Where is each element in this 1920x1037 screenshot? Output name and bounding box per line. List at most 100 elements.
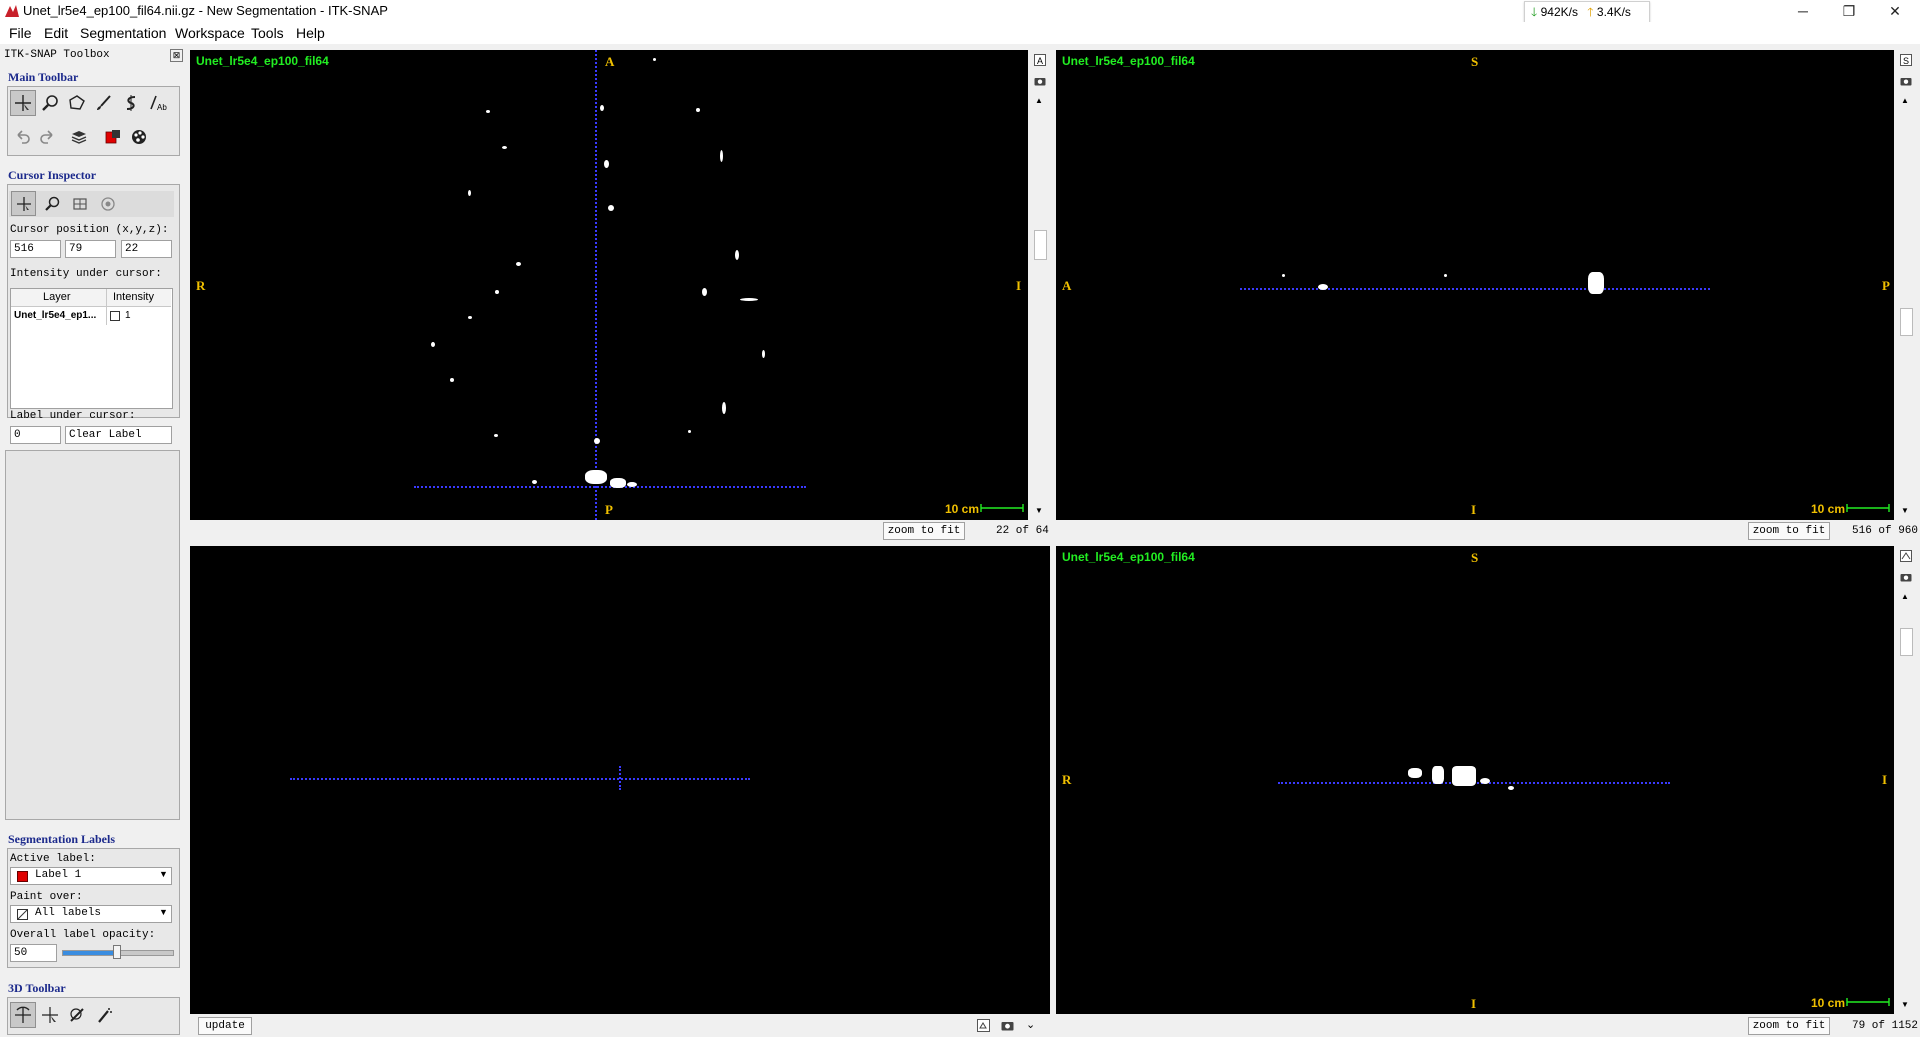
column-divider (106, 289, 107, 325)
segmentation-voxel (1444, 274, 1447, 277)
3d-crosshair-tick (619, 766, 621, 790)
cursor-x-input[interactable]: 516 (10, 240, 61, 258)
sagittal-view[interactable]: Unet_lr5e4_ep100_fil64 S I A P 10 cm (1056, 50, 1894, 520)
menu-segmentation[interactable]: Segmentation (80, 25, 166, 41)
redo-icon[interactable] (34, 124, 60, 150)
scroll-down-icon[interactable]: ▼ (1035, 506, 1043, 515)
sagittal-scroll-thumb[interactable] (1900, 308, 1913, 336)
opacity-label: Overall label opacity: (10, 929, 156, 941)
menu-bar (0, 22, 1920, 44)
table-row-layer[interactable]: Unet_lr5e4_ep1... (14, 310, 96, 321)
download-arrow-icon: 🡓 (1531, 5, 1538, 19)
scroll-up-icon[interactable]: ▲ (1035, 96, 1043, 105)
axial-layout-icon[interactable]: A (1034, 54, 1046, 66)
axial-scale-bar (980, 504, 1024, 512)
axial-zoom-to-fit-button[interactable]: zoom to fit (883, 522, 965, 540)
axial-slice-indicator: 22 of 64 (996, 525, 1049, 537)
paint-over-value: All labels (35, 907, 102, 919)
segmentation-voxel (735, 250, 739, 260)
label-editor-icon[interactable] (100, 124, 126, 150)
segmentation-blob (585, 470, 607, 484)
color-palette-icon[interactable] (126, 124, 152, 150)
segmentation-voxel (1282, 274, 1285, 277)
snake-tool-icon[interactable] (118, 90, 144, 116)
paint-over-dropdown[interactable]: All labels ▼ (10, 905, 172, 923)
3d-spray-tool-icon[interactable] (91, 1002, 117, 1028)
paintbrush-tool-icon[interactable] (91, 90, 117, 116)
3d-layout-icon[interactable] (977, 1019, 990, 1032)
toolbox-undock-icon[interactable]: ⊠ (170, 49, 183, 62)
menu-tools[interactable]: Tools (251, 25, 284, 41)
annotation-tool-icon[interactable]: Ab (145, 90, 171, 116)
opacity-input[interactable]: 50 (10, 944, 57, 962)
layers-icon[interactable] (66, 124, 92, 150)
sagittal-zoom-to-fit-button[interactable]: zoom to fit (1748, 522, 1830, 540)
coronal-snapshot-icon[interactable] (1900, 572, 1912, 582)
segmentation-blob (1452, 766, 1476, 786)
label-under-cursor-label: Label under cursor: (10, 410, 136, 422)
segmentation-voxel (762, 350, 765, 358)
active-label-color-swatch (17, 871, 28, 882)
inspector-zoom-icon[interactable] (39, 191, 64, 216)
label-under-cursor-id[interactable]: 0 (10, 426, 61, 444)
column-header-layer: Layer (43, 291, 71, 303)
chevron-down-icon: ▼ (159, 907, 168, 917)
opacity-slider-thumb[interactable] (113, 945, 121, 959)
3d-update-button[interactable]: update (198, 1017, 252, 1035)
menu-help[interactable]: Help (296, 25, 325, 41)
coronal-scroll-thumb[interactable] (1900, 628, 1913, 656)
axial-snapshot-icon[interactable] (1034, 76, 1046, 86)
3d-render-view[interactable] (190, 546, 1050, 1014)
close-button[interactable]: ✕ (1872, 0, 1918, 22)
cursor-z-input[interactable]: 22 (121, 240, 172, 258)
axial-crosshair-horizontal (414, 486, 806, 488)
label-under-cursor-name[interactable]: Clear Label (65, 426, 172, 444)
scroll-down-icon[interactable]: ▼ (1901, 506, 1909, 515)
segmentation-voxel (431, 342, 435, 347)
active-label-dropdown[interactable]: Label 1 ▼ (10, 867, 172, 885)
svg-text:A: A (1037, 56, 1043, 66)
axial-slice-scrollbar[interactable]: A ▲ ▼ (1032, 50, 1047, 520)
sagittal-layout-icon[interactable]: S (1900, 54, 1912, 66)
scroll-up-icon[interactable]: ▲ (1901, 96, 1909, 105)
menu-workspace[interactable]: Workspace (175, 25, 245, 41)
axial-scroll-thumb[interactable] (1034, 230, 1047, 260)
inspector-crosshair-icon[interactable] (11, 191, 36, 216)
3d-snapshot-icon[interactable] (1001, 1020, 1014, 1031)
3d-scalpel-tool-icon[interactable] (64, 1002, 90, 1028)
cursor-y-input[interactable]: 79 (65, 240, 116, 258)
minimize-button[interactable]: ─ (1780, 0, 1826, 22)
menu-file[interactable]: File (9, 25, 32, 41)
scroll-down-icon[interactable]: ▼ (1901, 1000, 1909, 1009)
polygon-tool-icon[interactable] (64, 90, 90, 116)
restore-button[interactable]: ❐ (1826, 0, 1872, 22)
segmentation-voxel (627, 482, 637, 487)
network-monitor: 🡓 942K/s 🡑 3.4K/s (1524, 1, 1650, 23)
coronal-zoom-to-fit-button[interactable]: zoom to fit (1748, 1017, 1830, 1035)
segmentation-voxel (516, 262, 521, 266)
3d-options-chevron-icon[interactable]: ⌄ (1026, 1018, 1035, 1031)
segmentation-voxel (604, 160, 609, 168)
scroll-up-icon[interactable]: ▲ (1901, 592, 1909, 601)
3d-rotate-tool-icon[interactable] (10, 1002, 36, 1028)
crosshair-tool-icon[interactable] (10, 90, 36, 116)
segmentation-voxel (532, 480, 537, 484)
zoom-tool-icon[interactable] (37, 90, 63, 116)
inspector-grid-icon[interactable] (67, 191, 92, 216)
label-color-swatch-icon (110, 311, 120, 321)
3d-toolbar-header: 3D Toolbar (8, 981, 66, 995)
sagittal-slice-scrollbar[interactable]: S ▲ ▼ (1898, 50, 1913, 520)
sagittal-snapshot-icon[interactable] (1900, 76, 1912, 86)
sagittal-crosshair-horizontal (1240, 288, 1710, 290)
coronal-slice-scrollbar[interactable]: ▲ ▼ (1898, 546, 1913, 1014)
3d-crosshair-tool-icon[interactable] (37, 1002, 63, 1028)
sagittal-scale-label: 10 cm (1811, 502, 1846, 516)
menu-edit[interactable]: Edit (44, 25, 68, 41)
axial-view[interactable]: Unet_lr5e4_ep100_fil64 A P R I 10 cm (190, 50, 1028, 520)
coronal-layout-icon[interactable] (1900, 550, 1912, 562)
inspector-sync-icon[interactable] (95, 191, 120, 216)
undo-icon[interactable] (10, 124, 36, 150)
segmentation-voxel (486, 110, 490, 113)
axial-orient-bottom: P (605, 502, 613, 517)
coronal-view[interactable]: Unet_lr5e4_ep100_fil64 S I R I 10 cm (1056, 546, 1894, 1014)
